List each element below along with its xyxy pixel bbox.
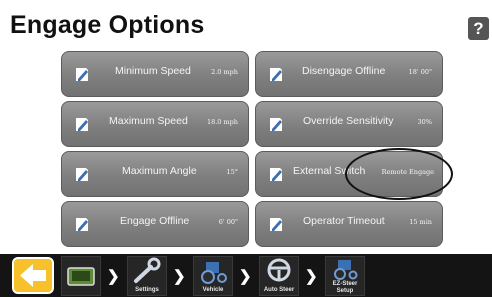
operator-timeout-label: Operator Timeout	[303, 215, 385, 227]
steering-wheel-icon	[267, 258, 291, 282]
breadcrumb-label: Auto Steer	[263, 287, 295, 293]
question-mark-icon: ?	[473, 19, 484, 38]
edit-note-icon	[270, 68, 282, 81]
edit-note-icon	[76, 168, 88, 181]
disengage-offline-value: 18' 00"	[408, 68, 432, 76]
maximum-angle-label: Maximum Angle	[122, 165, 197, 177]
chevron-right-icon: ❯	[239, 268, 252, 285]
maximum-angle-value: 15°	[226, 168, 238, 176]
edit-note-icon	[76, 218, 88, 231]
maximum-speed-label: Maximum Speed	[109, 115, 188, 127]
help-button[interactable]: ?	[468, 17, 489, 40]
engage-offline-value: 6' 00"	[218, 218, 238, 226]
edit-note-icon	[270, 218, 282, 231]
bottom-nav-bar: ❯ Settings ❯ Vehicle ❯ Auto Steer ❯ EZ-S…	[0, 254, 492, 297]
override-sensitivity-label: Override Sensitivity	[303, 115, 394, 127]
chevron-right-icon: ❯	[107, 268, 120, 285]
engage-offline-label: Engage Offline	[120, 215, 190, 227]
maximum-speed-button[interactable]: Maximum Speed 18.0 mph	[61, 101, 249, 147]
breadcrumb-label: Vehicle	[202, 287, 224, 293]
engage-offline-button[interactable]: Engage Offline 6' 00"	[61, 201, 249, 247]
display-monitor-icon	[67, 267, 95, 286]
tractor-icon	[201, 262, 227, 284]
engage-options-screen: Engage Options ? Minimum Speed 2.0 mph D…	[0, 0, 492, 297]
page-title: Engage Options	[10, 11, 205, 39]
minimum-speed-button[interactable]: Minimum Speed 2.0 mph	[61, 51, 249, 97]
maximum-angle-button[interactable]: Maximum Angle 15°	[61, 151, 249, 197]
disengage-offline-label: Disengage Offline	[302, 65, 386, 77]
back-button[interactable]	[12, 257, 54, 294]
override-sensitivity-button[interactable]: Override Sensitivity 30%	[255, 101, 443, 147]
highlight-ellipse	[345, 148, 453, 200]
operator-timeout-button[interactable]: Operator Timeout 15 min	[255, 201, 443, 247]
edit-note-icon	[76, 118, 88, 131]
breadcrumb-label: Settings	[135, 287, 159, 293]
disengage-offline-button[interactable]: Disengage Offline 18' 00"	[255, 51, 443, 97]
arrow-left-icon	[20, 264, 46, 287]
maximum-speed-value: 18.0 mph	[206, 118, 238, 126]
override-sensitivity-value: 30%	[417, 118, 432, 126]
minimum-speed-value: 2.0 mph	[211, 68, 238, 76]
chevron-right-icon: ❯	[305, 268, 318, 285]
breadcrumb-label: EZ-Steer Setup	[332, 281, 358, 294]
tractor-icon	[334, 260, 358, 280]
chevron-right-icon: ❯	[173, 268, 186, 285]
edit-note-icon	[270, 118, 282, 131]
edit-note-icon	[76, 68, 88, 81]
edit-note-icon	[270, 168, 282, 181]
wrench-icon	[134, 257, 161, 283]
minimum-speed-label: Minimum Speed	[115, 65, 191, 77]
operator-timeout-value: 15 min	[409, 218, 432, 226]
